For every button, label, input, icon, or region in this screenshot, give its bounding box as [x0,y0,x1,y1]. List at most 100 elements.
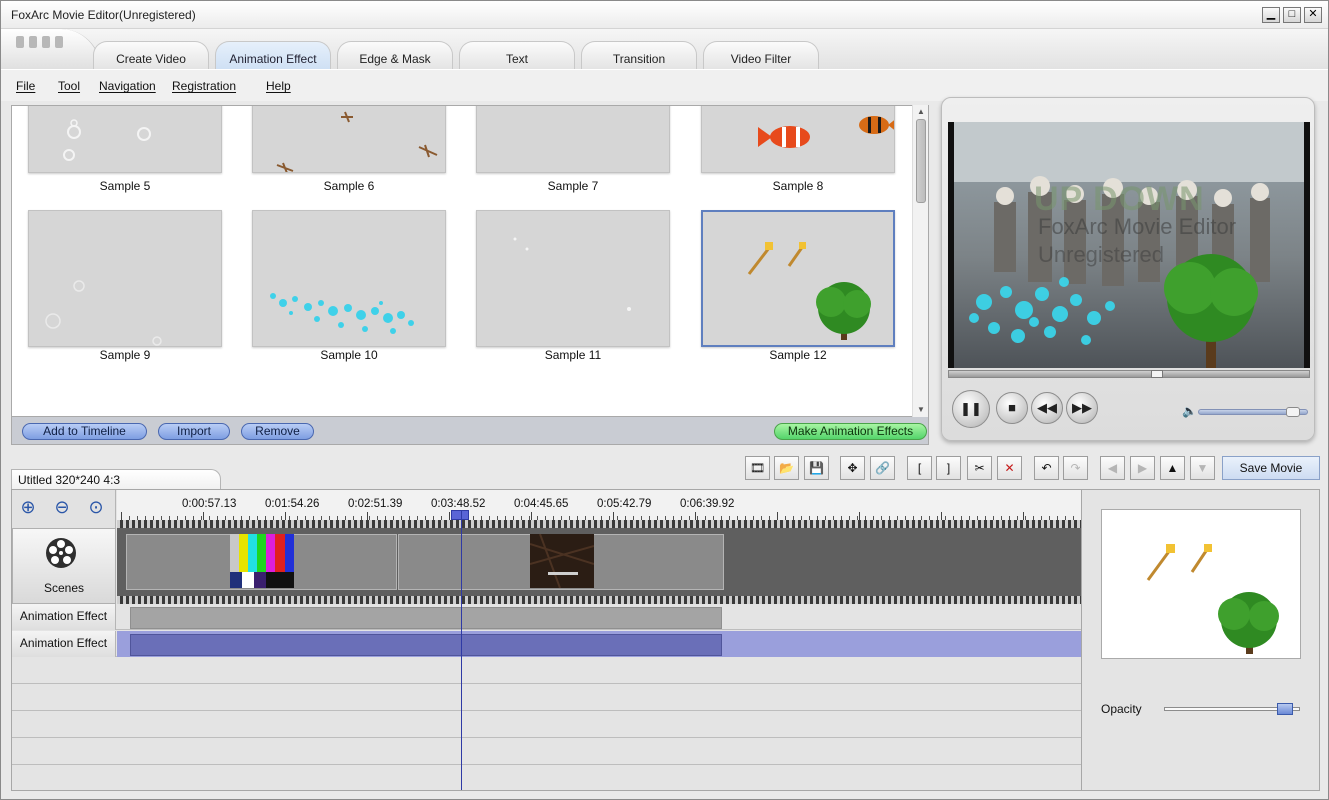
maximize-button[interactable]: □ [1283,7,1301,23]
watermark-line2: Unregistered [1038,242,1164,267]
library-item-thumb[interactable] [701,106,895,173]
zoom-in-icon[interactable]: ⊕ [16,496,40,520]
video-screen: UP DOWN FoxArc Movie Editor Unregistered [948,122,1310,368]
animation-track-1: Animation Effect [12,604,1081,630]
title-bar: FoxArc Movie Editor(Unregistered) ▁ □ ✕ [1,1,1328,29]
library-item-thumb[interactable] [252,210,446,347]
ruler-label: 0:03:48.52 [431,498,486,510]
tree-arrows-thumbnail-icon [747,242,871,340]
library-item-thumb[interactable] [476,210,670,347]
timeline: ⊕ ⊖ ⊙ 0:00:57.13 0:01:54.26 0:02:51.39 0… [11,489,1082,791]
project-tab[interactable]: Utitled 320*240 4:3 [11,469,221,489]
move-down-icon[interactable]: ▼ [1190,456,1215,480]
opacity-handle[interactable] [1277,703,1293,715]
ruler-label: 0:05:42.79 [597,498,652,510]
film-clip-icon[interactable]: 🎞 [745,456,770,480]
app-orb[interactable] [1,29,101,69]
scroll-up-icon[interactable]: ▲ [913,105,929,119]
tab-transition[interactable]: Transition [581,41,697,69]
library-item-thumb[interactable] [476,106,670,173]
opacity-slider[interactable] [1164,703,1300,715]
fast-forward-button[interactable]: ▶▶ [1066,392,1098,424]
remove-button[interactable]: Remove [241,423,314,440]
menu-registration[interactable]: Registration [172,79,236,93]
save-movie-button[interactable]: Save Movie [1222,456,1320,480]
preview-progress-bar[interactable] [948,370,1310,378]
library-item-thumb[interactable] [28,106,222,173]
track-label: Animation Effect [12,631,116,657]
animation-effect-clip-selected[interactable] [130,634,722,656]
dark-scene-thumbnail [529,533,595,589]
library-scrollbar[interactable]: ▲ ▼ [912,105,928,417]
zoom-out-icon[interactable]: ⊖ [50,496,74,520]
window-title: FoxArc Movie Editor(Unregistered) [11,8,196,22]
open-project-icon[interactable]: 📂 [774,456,799,480]
delete-icon[interactable]: ✕ [997,456,1022,480]
ruler-label: 0:02:51.39 [348,498,403,510]
effect-library: Sample 5 Sample 6 Sample 7 Sample 8 Samp… [11,105,929,417]
move-left-icon[interactable]: ◀ [1100,456,1125,480]
fish-thumbnail-icon [758,116,894,148]
link-tool-icon[interactable]: 🔗 [870,456,895,480]
menu-file[interactable]: File [16,79,35,93]
tab-edge-mask[interactable]: Edge & Mask [337,41,453,69]
library-item-label: Sample 12 [769,348,827,362]
dark-scene-icon [529,533,595,589]
scroll-thumb[interactable] [916,119,926,203]
progress-handle[interactable] [1151,370,1163,378]
speaker-icon: 🔈 [1182,404,1197,418]
effect-preview-thumbnail [1101,509,1301,659]
tab-create-video[interactable]: Create Video [93,41,209,69]
scenes-track [117,520,1081,604]
menu-tool[interactable]: Tool [58,79,80,93]
add-to-timeline-button[interactable]: Add to Timeline [22,423,147,440]
scroll-down-icon[interactable]: ▼ [913,403,929,417]
bubbles-thumbnail-icon [45,280,162,346]
save-project-icon[interactable]: 💾 [804,456,829,480]
import-button[interactable]: Import [158,423,230,440]
mark-out-icon[interactable]: ] [936,456,961,480]
video-frame: UP DOWN FoxArc Movie Editor Unregistered [954,122,1304,368]
playhead-marker[interactable] [451,510,469,520]
animation-effect-clip[interactable] [130,607,722,629]
move-right-icon[interactable]: ▶ [1130,456,1155,480]
tab-video-filter[interactable]: Video Filter [703,41,819,69]
redo-icon[interactable]: ↷ [1063,456,1088,480]
library-item-thumb[interactable] [28,210,222,347]
empty-track [12,658,1081,684]
split-tool-icon[interactable]: ✥ [840,456,865,480]
stop-button[interactable]: ■ [996,392,1028,424]
empty-track [12,739,1081,765]
scenes-track-header[interactable]: Scenes [12,528,116,604]
ruler-label: 0:01:54.26 [265,498,320,510]
window-controls: ▁ □ ✕ [1262,7,1322,23]
mark-in-icon[interactable]: [ [907,456,932,480]
minimize-button[interactable]: ▁ [1262,7,1280,23]
undo-icon[interactable]: ↶ [1034,456,1059,480]
film-perforation-bottom [117,596,1081,604]
volume-handle[interactable] [1286,407,1300,417]
film-perforation-top [117,520,1081,528]
cut-icon[interactable]: ✂ [967,456,992,480]
rewind-button[interactable]: ◀◀ [1031,392,1063,424]
menu-help[interactable]: Help [266,79,291,93]
volume-slider[interactable] [1198,407,1308,417]
animation-track-2: Animation Effect [12,631,1081,657]
make-animation-effects-button[interactable]: Make Animation Effects [774,423,927,440]
ribbon: Create Video Animation Effect Edge & Mas… [1,29,1328,69]
color-bars-icon [230,534,294,588]
tab-text[interactable]: Text [459,41,575,69]
library-item-thumb-selected[interactable] [701,210,895,347]
library-item-thumb[interactable] [252,106,446,173]
tab-animation-effect[interactable]: Animation Effect [215,41,331,69]
zoom-fit-icon[interactable]: ⊙ [84,496,108,520]
film-reel-icon [46,538,76,568]
move-up-icon[interactable]: ▲ [1160,456,1185,480]
pause-button[interactable]: ❚❚ [952,390,990,428]
close-button[interactable]: ✕ [1304,7,1322,23]
bubbles-thumbnail-icon [63,119,151,161]
library-item-label: Sample 6 [323,179,375,193]
playhead-line [461,510,462,790]
menu-navigation[interactable]: Navigation [99,79,156,93]
color-bars-thumbnail [230,534,294,588]
